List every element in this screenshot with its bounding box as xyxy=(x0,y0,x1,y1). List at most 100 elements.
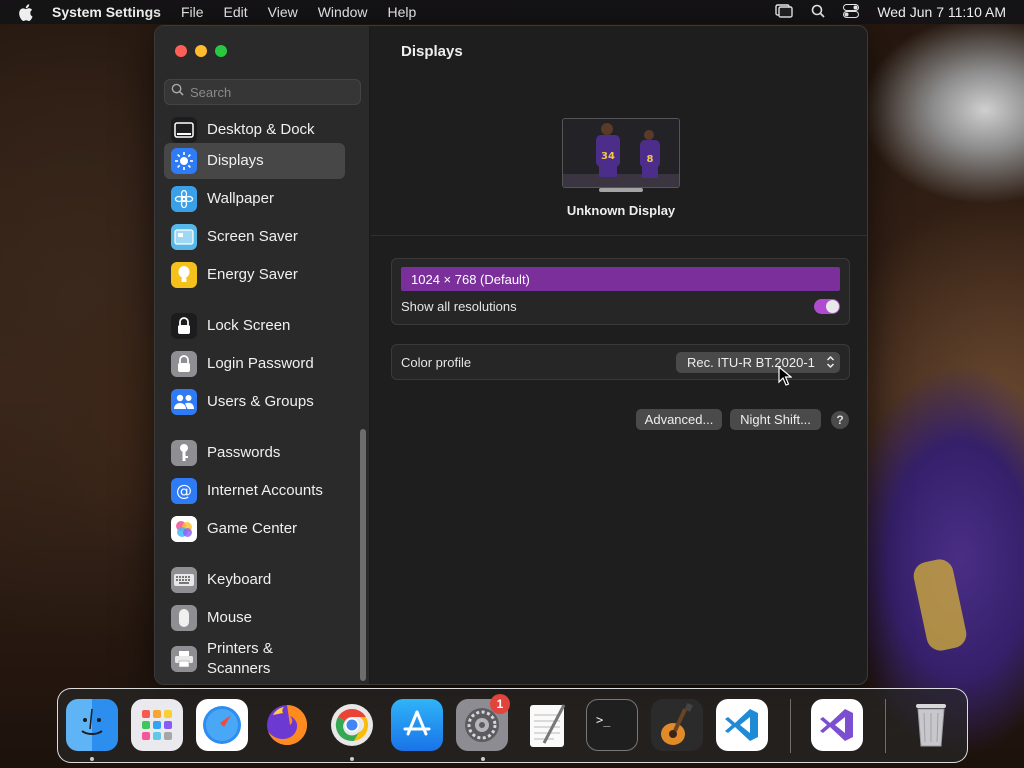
chevron-up-down-icon xyxy=(826,355,835,372)
menu-file[interactable]: File xyxy=(181,4,204,20)
sidebar-item-keyboard[interactable]: Keyboard xyxy=(164,562,345,598)
spotlight-icon[interactable] xyxy=(811,4,825,21)
sidebar-item-label: Displays xyxy=(207,152,264,169)
display-stand xyxy=(599,188,643,192)
launchpad-icon[interactable] xyxy=(131,699,183,751)
sidebar: Desktop & Dock Displays Wallpaper Screen… xyxy=(155,26,370,684)
color-profile-label: Color profile xyxy=(401,355,472,370)
wallpaper-icon xyxy=(171,186,197,212)
sidebar-item-label: Game Center xyxy=(207,520,298,537)
keyboard-icon xyxy=(171,567,197,593)
divider xyxy=(371,235,867,236)
svg-text:8: 8 xyxy=(647,154,654,165)
window-controls xyxy=(175,45,227,57)
sidebar-item-label: Users & Groups xyxy=(207,393,314,410)
finder-icon[interactable] xyxy=(66,699,118,751)
show-all-resolutions-toggle[interactable] xyxy=(814,299,840,314)
color-profile-select[interactable]: Rec. ITU-R BT.2020-1 xyxy=(676,352,840,373)
running-indicator xyxy=(90,757,94,761)
page-title: Displays xyxy=(401,43,463,60)
mouse-icon xyxy=(171,605,197,631)
sidebar-item-label: Internet Accounts xyxy=(207,482,323,499)
sidebar-item-printers-scanners[interactable]: Printers & Scanners xyxy=(164,638,345,680)
menu-window[interactable]: Window xyxy=(318,4,368,20)
chrome-icon[interactable] xyxy=(326,699,378,751)
notification-badge: 1 xyxy=(490,694,510,714)
sidebar-search[interactable] xyxy=(164,79,361,105)
sidebar-item-label: Energy Saver xyxy=(207,266,298,283)
resolution-panel: 1024 × 768 (Default) Show all resolution… xyxy=(391,258,850,325)
sidebar-item-label: Keyboard xyxy=(207,571,272,588)
close-window-button[interactable] xyxy=(175,45,187,57)
mouse-cursor-icon xyxy=(778,366,792,386)
displays-icon xyxy=(171,148,197,174)
dock-separator xyxy=(885,699,886,753)
display-name: Unknown Display xyxy=(566,203,676,218)
textedit-icon[interactable] xyxy=(521,699,573,751)
sidebar-item-internet-accounts[interactable]: @ Internet Accounts xyxy=(164,473,345,509)
sidebar-item-wallpaper[interactable]: Wallpaper xyxy=(164,181,345,217)
sidebar-item-label: Passwords xyxy=(207,444,281,461)
advanced-button[interactable]: Advanced... xyxy=(636,409,722,430)
sidebar-item-energy-saver[interactable]: Energy Saver xyxy=(164,257,345,293)
menu-app-name[interactable]: System Settings xyxy=(52,4,161,20)
trash-icon[interactable] xyxy=(905,699,957,751)
sidebar-item-label: Screen Saver xyxy=(207,228,298,245)
night-shift-button[interactable]: Night Shift... xyxy=(730,409,821,430)
apple-menu-icon[interactable] xyxy=(18,3,36,21)
dock: 1 >_ xyxy=(57,688,968,763)
users-groups-icon xyxy=(171,389,197,415)
screen-saver-icon xyxy=(171,224,197,250)
displays-pane: Displays 34 8 Unknown Display 1024 × 768… xyxy=(371,26,867,684)
running-indicator xyxy=(350,757,354,761)
sidebar-item-users-groups[interactable]: Users & Groups xyxy=(164,384,345,420)
sidebar-item-game-center[interactable]: Game Center xyxy=(164,511,345,547)
sidebar-item-label: Mouse xyxy=(207,609,253,626)
sidebar-item-mouse[interactable]: Mouse xyxy=(164,600,345,636)
sidebar-scrollbar[interactable] xyxy=(360,429,366,681)
sidebar-item-passwords[interactable]: Passwords xyxy=(164,435,345,471)
game-center-icon xyxy=(171,516,197,542)
svg-text:@: @ xyxy=(176,481,192,500)
svg-text:34: 34 xyxy=(601,151,615,162)
login-password-icon xyxy=(171,351,197,377)
sidebar-item-displays[interactable]: Displays xyxy=(164,143,345,179)
menu-clock[interactable]: Wed Jun 7 11:10 AM xyxy=(877,4,1006,20)
lock-screen-icon xyxy=(171,313,197,339)
passwords-icon xyxy=(171,440,197,466)
app-store-icon[interactable] xyxy=(391,699,443,751)
terminal-icon[interactable]: >_ xyxy=(586,699,638,751)
sidebar-item-label: Desktop & Dock xyxy=(207,121,315,138)
visual-studio-icon[interactable] xyxy=(811,699,863,751)
menu-help[interactable]: Help xyxy=(388,4,417,20)
vscode-icon[interactable] xyxy=(716,699,768,751)
color-profile-value: Rec. ITU-R BT.2020-1 xyxy=(687,355,815,370)
svg-text:>_: >_ xyxy=(596,713,611,727)
show-all-resolutions-label: Show all resolutions xyxy=(401,299,517,314)
printers-scanners-icon xyxy=(171,646,197,672)
sidebar-item-label: Lock Screen xyxy=(207,317,291,334)
screen-mirroring-icon[interactable] xyxy=(775,3,794,21)
desktop-dock-icon xyxy=(171,117,197,143)
help-button[interactable]: ? xyxy=(831,411,849,429)
display-thumbnail[interactable]: 34 8 xyxy=(562,118,680,188)
garageband-icon[interactable] xyxy=(651,699,703,751)
dock-separator xyxy=(790,699,791,753)
sidebar-item-login-password[interactable]: Login Password xyxy=(164,346,345,382)
search-input[interactable] xyxy=(190,84,350,100)
sidebar-item-label: Wallpaper xyxy=(207,190,274,207)
search-icon xyxy=(171,83,184,101)
control-center-icon[interactable] xyxy=(843,3,860,21)
firefox-icon[interactable] xyxy=(261,699,313,751)
minimize-window-button[interactable] xyxy=(195,45,207,57)
menu-edit[interactable]: Edit xyxy=(224,4,248,20)
menu-view[interactable]: View xyxy=(268,4,298,20)
safari-icon[interactable] xyxy=(196,699,248,751)
sidebar-item-lock-screen[interactable]: Lock Screen xyxy=(164,308,345,344)
sidebar-item-screen-saver[interactable]: Screen Saver xyxy=(164,219,345,255)
settings-window: Desktop & Dock Displays Wallpaper Screen… xyxy=(154,25,868,685)
zoom-window-button[interactable] xyxy=(215,45,227,57)
internet-accounts-icon: @ xyxy=(171,478,197,504)
resolution-option-selected[interactable]: 1024 × 768 (Default) xyxy=(401,267,840,291)
energy-saver-icon xyxy=(171,262,197,288)
